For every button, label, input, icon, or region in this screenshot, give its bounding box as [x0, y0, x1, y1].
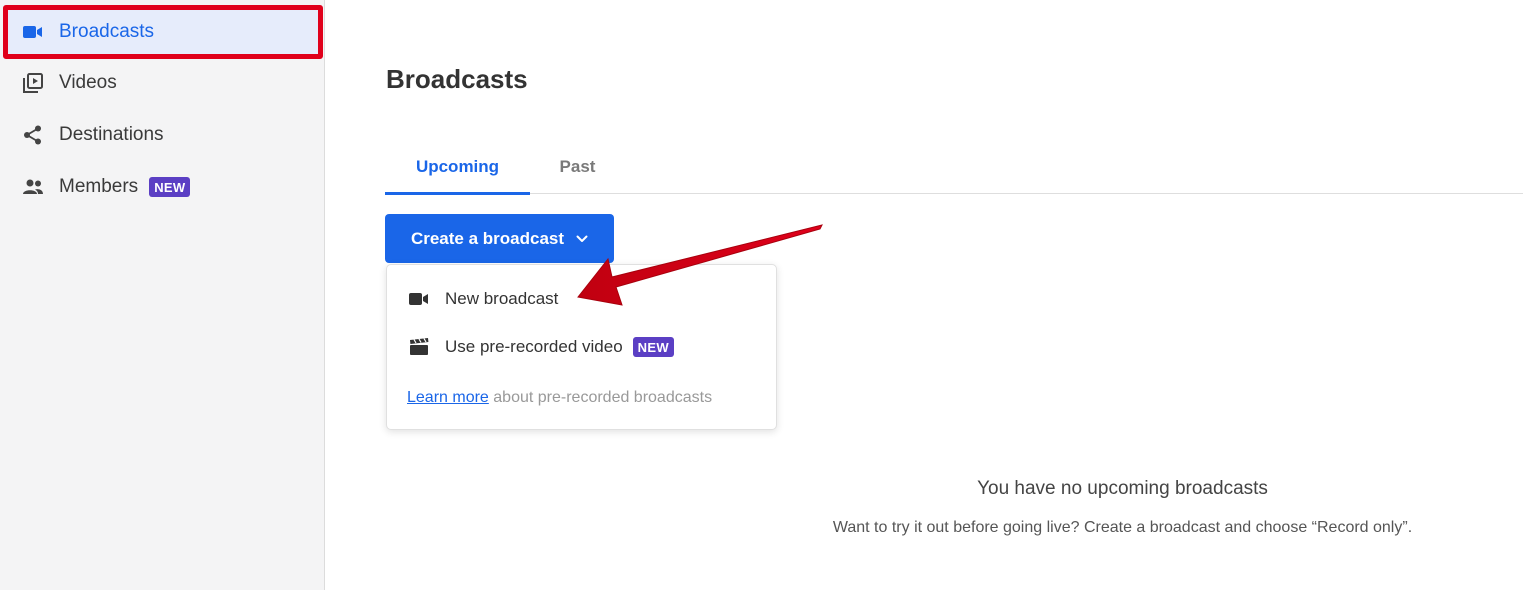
- tab-upcoming[interactable]: Upcoming: [385, 140, 530, 195]
- learn-more-description: about pre-recorded broadcasts: [488, 389, 713, 406]
- create-broadcast-label: Create a broadcast: [410, 228, 565, 248]
- menu-item-pre-recorded-video[interactable]: Use pre-recorded video NEW: [387, 325, 776, 369]
- sidebar-item-members[interactable]: Members NEW: [4, 161, 322, 213]
- people-icon: [22, 176, 44, 198]
- menu-item-label: New broadcast: [445, 289, 559, 308]
- tab-bar: Upcoming Past: [385, 140, 1523, 195]
- sidebar: Broadcasts Videos Destinations Members N…: [0, 0, 325, 590]
- share-icon: [22, 124, 44, 146]
- video-camera-icon: [408, 288, 430, 310]
- sidebar-item-label: Members: [59, 176, 139, 197]
- create-broadcast-button[interactable]: Create a broadcast: [385, 214, 614, 263]
- sidebar-item-label: Videos: [59, 72, 117, 93]
- sidebar-item-label: Destinations: [59, 124, 164, 145]
- sidebar-item-videos[interactable]: Videos: [4, 57, 322, 109]
- video-library-icon: [22, 72, 44, 94]
- page-title: Broadcasts: [386, 64, 528, 94]
- create-broadcast-menu: New broadcast Use pre-recorded video NEW…: [386, 264, 777, 430]
- empty-state-title: You have no upcoming broadcasts: [977, 478, 1268, 499]
- tab-past[interactable]: Past: [530, 140, 625, 194]
- clapperboard-icon: [408, 336, 430, 358]
- menu-item-label: Use pre-recorded video: [445, 337, 623, 356]
- new-badge: NEW: [149, 177, 191, 197]
- menu-item-new-broadcast[interactable]: New broadcast: [387, 277, 776, 321]
- sidebar-item-broadcasts[interactable]: Broadcasts: [3, 5, 323, 59]
- sidebar-item-destinations[interactable]: Destinations: [4, 109, 322, 161]
- learn-more-text: Learn more about pre-recorded broadcasts: [407, 389, 712, 407]
- chevron-down-icon: [576, 235, 588, 243]
- new-badge: NEW: [632, 337, 674, 357]
- sidebar-item-label: Broadcasts: [59, 21, 155, 42]
- learn-more-link[interactable]: Learn more: [407, 389, 489, 406]
- video-camera-icon: [22, 21, 44, 43]
- empty-state-subtitle: Want to try it out before going live? Cr…: [832, 519, 1413, 536]
